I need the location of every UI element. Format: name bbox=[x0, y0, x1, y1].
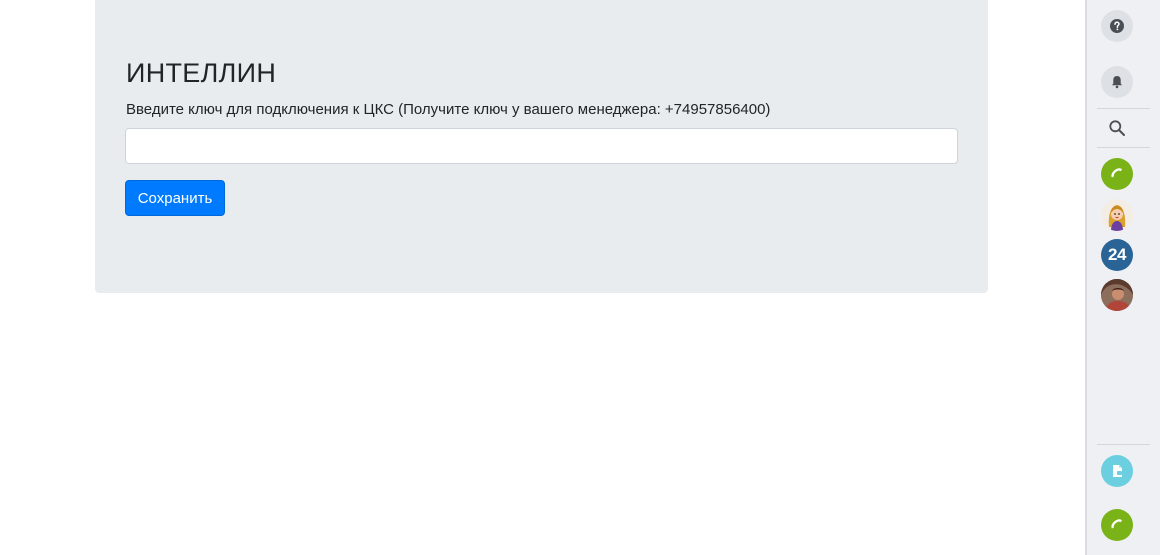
documents-button[interactable] bbox=[1101, 455, 1133, 487]
user-avatar[interactable] bbox=[1101, 279, 1133, 311]
sidebar-divider bbox=[1097, 147, 1150, 148]
bitrix24-icon: 24 bbox=[1108, 245, 1126, 264]
bell-icon bbox=[1112, 76, 1122, 89]
key-field-label: Введите ключ для подключения к ЦКС (Полу… bbox=[126, 101, 771, 118]
document-icon bbox=[1113, 465, 1122, 477]
right-sidebar: 24 bbox=[1085, 0, 1160, 555]
sidebar-divider bbox=[1097, 108, 1150, 109]
key-input[interactable] bbox=[125, 128, 958, 164]
search-icon bbox=[1109, 120, 1125, 136]
sidebar-divider bbox=[1097, 444, 1150, 445]
notifications-button[interactable] bbox=[1101, 66, 1133, 98]
save-button[interactable]: Сохранить bbox=[125, 180, 225, 216]
avatar-user-photo-icon bbox=[1101, 279, 1133, 311]
avatar-cartoon-woman-icon bbox=[1101, 199, 1133, 231]
settings-card: ИНТЕЛЛИН Введите ключ для подключения к … bbox=[95, 0, 988, 293]
phone-icon bbox=[1111, 519, 1123, 529]
page: ИНТЕЛЛИН Введите ключ для подключения к … bbox=[0, 0, 1160, 555]
phone-icon bbox=[1111, 168, 1123, 178]
help-button[interactable] bbox=[1101, 10, 1133, 42]
help-icon bbox=[1110, 19, 1124, 33]
search-button[interactable] bbox=[1101, 112, 1133, 144]
contact-avatar[interactable] bbox=[1101, 199, 1133, 231]
bitrix24-button[interactable]: 24 bbox=[1101, 239, 1133, 271]
page-title: ИНТЕЛЛИН bbox=[126, 58, 277, 88]
call-button[interactable] bbox=[1101, 158, 1133, 190]
call-button-bottom[interactable] bbox=[1101, 509, 1133, 541]
